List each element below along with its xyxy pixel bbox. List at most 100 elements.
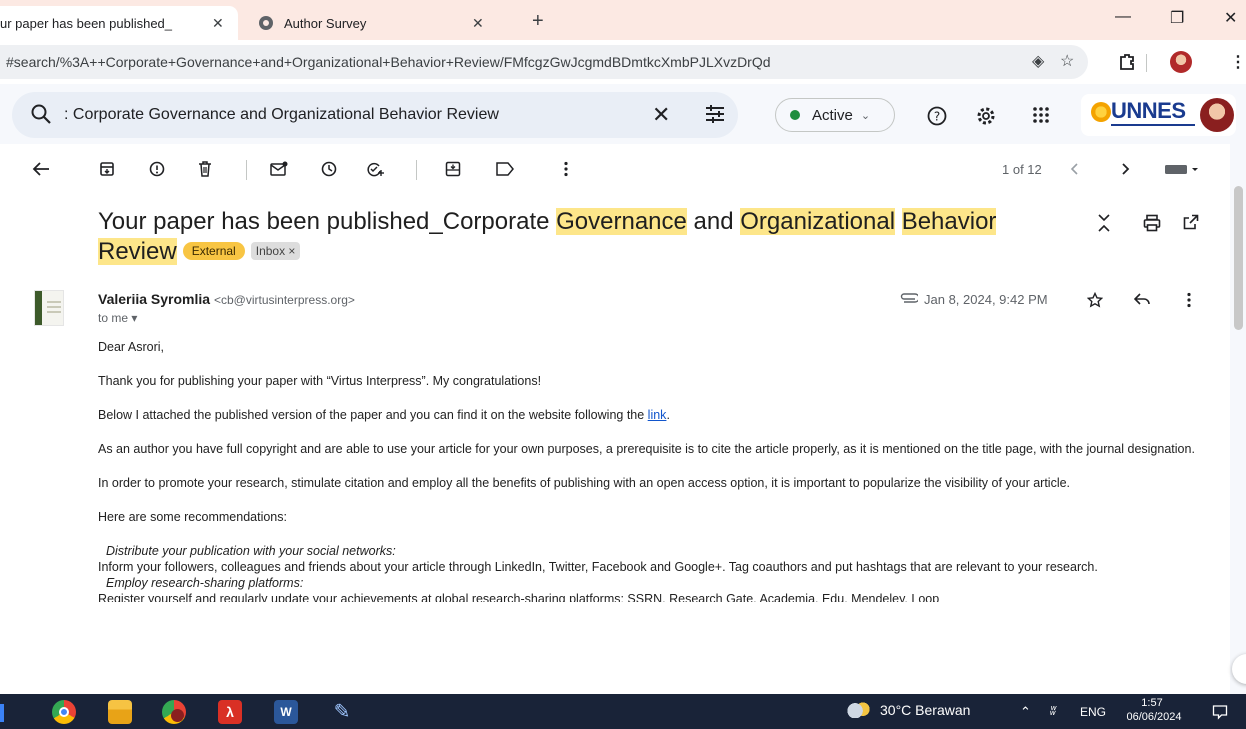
chevron-up-icon[interactable]: ⌃: [1020, 704, 1031, 720]
paragraph-thanks: Thank you for publishing your paper with…: [98, 374, 542, 388]
file-explorer-icon[interactable]: [108, 700, 132, 724]
recipient-label: to me: [98, 311, 129, 325]
search-box[interactable]: : Corporate Governance and Organizationa…: [12, 92, 738, 138]
notification-icon[interactable]: [1212, 704, 1228, 720]
search-highlight: Governance: [556, 208, 687, 235]
close-icon[interactable]: ✕: [652, 102, 670, 128]
extensions-puzzle-icon[interactable]: [1118, 53, 1136, 71]
clock-date[interactable]: 06/06/2024: [1118, 711, 1190, 723]
wifi-icon[interactable]: ʬ: [1050, 704, 1056, 718]
label-inbox[interactable]: Inbox ×: [250, 242, 301, 260]
chrome-profile-icon[interactable]: [162, 700, 186, 724]
paragraph-end: .: [666, 408, 670, 422]
new-tab-plus-icon[interactable]: +: [532, 10, 544, 33]
move-to-icon[interactable]: [442, 158, 464, 180]
sender-email: <cb@virtusinterpress.org>: [213, 293, 355, 307]
status-selector[interactable]: Active ⌄: [775, 98, 895, 132]
brand-logo-icon: [1091, 102, 1111, 122]
sender-info: Valeriia Syromlia <cb@virtusinterpress.o…: [98, 291, 355, 307]
back-arrow-icon[interactable]: [30, 158, 52, 180]
divider: [1146, 54, 1147, 72]
tab-title: ur paper has been published_: [0, 15, 173, 31]
paragraph-recommendations: Here are some recommendations:: [98, 510, 287, 524]
keyboard-input-icon[interactable]: [1162, 158, 1202, 180]
apps-grid-icon[interactable]: [1032, 106, 1050, 124]
caret-down-icon: ▾: [131, 311, 138, 325]
mark-unread-icon[interactable]: [268, 158, 290, 180]
trash-icon[interactable]: [194, 158, 216, 180]
acrobat-reader-icon[interactable]: λ: [218, 700, 242, 724]
sender-name[interactable]: Valeriia Syromlia: [98, 291, 210, 307]
clock-time[interactable]: 1:57: [1122, 697, 1182, 709]
open-in-new-window-icon[interactable]: [1183, 214, 1199, 230]
organization-brand[interactable]: UNNES: [1081, 94, 1236, 136]
search-icon[interactable]: [30, 103, 52, 125]
chevron-left-icon[interactable]: [1064, 158, 1086, 180]
message-date: Jan 8, 2024, 9:42 PM: [924, 292, 1048, 307]
paperclip-icon: [900, 293, 918, 303]
word-icon[interactable]: W: [274, 700, 298, 724]
archive-icon[interactable]: [96, 158, 118, 180]
pagination-count: 1 of 12: [1002, 162, 1042, 177]
email-body: Dear Asrori, Thank you for publishing yo…: [98, 339, 1208, 602]
label-tag-icon[interactable]: [494, 158, 516, 180]
section-title-social: Distribute your publication with your so…: [106, 544, 396, 558]
window-close-icon[interactable]: ✕: [1224, 8, 1237, 28]
restore-icon[interactable]: ❐: [1170, 8, 1184, 28]
status-label: Active: [812, 106, 853, 124]
paragraph-attachment-text: Below I attached the published version o…: [98, 408, 648, 422]
tab-paper-published[interactable]: ur paper has been published_ ✕: [0, 6, 238, 40]
chevron-right-icon[interactable]: [1114, 158, 1136, 180]
subject-segment: Your paper has been published_Corporate: [98, 208, 557, 235]
search-input[interactable]: : Corporate Governance and Organizationa…: [64, 106, 499, 124]
collapse-all-icon[interactable]: [1097, 214, 1111, 232]
star-icon[interactable]: [1087, 292, 1103, 308]
paint-icon[interactable]: ✎: [330, 700, 354, 724]
website-link[interactable]: link: [648, 408, 667, 422]
minimize-icon[interactable]: —: [1115, 8, 1131, 26]
add-task-icon[interactable]: [364, 158, 386, 180]
section-text-social: Inform your followers, colleagues and fr…: [98, 560, 1098, 574]
close-icon[interactable]: ✕: [212, 15, 224, 32]
email-subject: Your paper has been published_Corporate …: [98, 207, 1018, 267]
snooze-clock-icon[interactable]: [318, 158, 340, 180]
omnibox[interactable]: #search/%3A++Corporate+Governance+and+Or…: [0, 45, 1088, 79]
windows-taskbar: λ W ✎ 30°C Berawan ⌃ ʬ ENG 1:57 06/06/20…: [0, 694, 1246, 729]
search-highlight: Behavior: [901, 208, 997, 235]
chevron-down-icon: ⌄: [860, 109, 871, 122]
eye-off-icon[interactable]: ◈: [1032, 51, 1044, 71]
greeting: Dear Asrori,: [98, 340, 164, 354]
url-text[interactable]: #search/%3A++Corporate+Governance+and+Or…: [6, 54, 926, 70]
scrollbar-thumb[interactable]: [1234, 186, 1243, 330]
recipient-details[interactable]: to me ▾: [98, 311, 137, 325]
browser-menu-icon[interactable]: ⋮: [1230, 52, 1246, 72]
paragraph-attachment: Below I attached the published version o…: [98, 407, 1208, 423]
more-options-icon[interactable]: [555, 158, 577, 180]
weather-widget[interactable]: 30°C Berawan: [846, 702, 970, 718]
chrome-icon[interactable]: [52, 700, 76, 724]
search-options-icon[interactable]: [704, 104, 726, 124]
report-spam-icon[interactable]: [146, 158, 168, 180]
search-prefix: :: [64, 106, 73, 123]
bookmark-star-icon[interactable]: ☆: [1060, 51, 1074, 71]
language-indicator[interactable]: ENG: [1080, 705, 1106, 719]
account-avatar[interactable]: [1200, 98, 1234, 132]
search-highlight: Organizational: [740, 208, 896, 235]
reply-icon[interactable]: [1134, 292, 1150, 306]
globe-icon: [259, 16, 273, 30]
start-edge: [0, 704, 4, 722]
message-more-icon[interactable]: [1187, 292, 1191, 308]
toolbar-divider: [416, 160, 417, 180]
gear-icon[interactable]: [976, 106, 996, 126]
sender-avatar[interactable]: [34, 290, 64, 326]
paragraph-copyright: As an author you have full copyright and…: [98, 442, 1195, 456]
profile-avatar[interactable]: [1170, 51, 1192, 73]
tab-author-survey[interactable]: Author Survey ✕: [248, 6, 508, 40]
label-external[interactable]: External: [182, 242, 245, 260]
print-icon[interactable]: [1143, 214, 1161, 232]
weather-text: 30°C Berawan: [880, 702, 971, 718]
help-icon[interactable]: ?: [927, 106, 947, 126]
svg-text:?: ?: [934, 110, 940, 124]
close-icon[interactable]: ✕: [472, 15, 484, 32]
section-title-platforms: Employ research-sharing platforms:: [106, 576, 304, 590]
